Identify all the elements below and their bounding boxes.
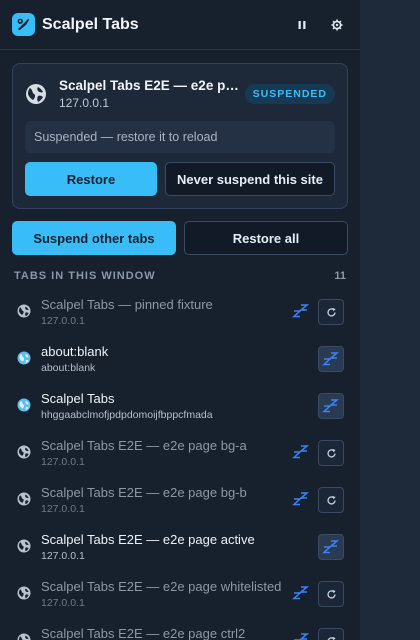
reload-icon [326,307,336,316]
reload-icon [327,636,336,640]
suspend-tab-button[interactable] [318,346,344,372]
tab-row[interactable]: about:blank about:blank [0,335,360,382]
sleep-icon [292,303,310,319]
tab-url: 127.0.0.1 [41,315,85,327]
globe-icon [17,633,31,640]
gear-icon[interactable] [326,14,348,36]
reload-icon [326,589,336,598]
tab-list: Scalpel Tabs — pinned fixture 127.0.0.1 ab… [0,288,360,640]
globe-icon [26,84,46,104]
world-icon [17,351,31,365]
reload-icon [326,448,336,457]
suspend-other-tabs-button[interactable]: Suspend other tabs [12,221,176,255]
suspend-tab-button[interactable] [318,534,344,560]
restore-button[interactable]: Restore [25,162,157,196]
sleep-icon [292,632,310,640]
tab-title: about:blank [41,344,109,359]
never-suspend-button[interactable]: Never suspend this site [165,162,335,196]
section-heading: TABS IN THIS WINDOW [14,270,156,282]
globe-icon [17,539,31,553]
tab-row[interactable]: Scalpel Tabs E2E — e2e page ctrl2127.0.0… [0,617,360,640]
restore-all-button[interactable]: Restore all [184,221,348,255]
header: Scalpel Tabs [0,0,360,50]
sleep-icon [322,399,340,413]
current-tab-card: Scalpel Tabs E2E — e2e page active 127.0… [12,63,348,209]
tab-row[interactable]: Scalpel Tabs hhggaabclmofjpdpdomoijfbppcf… [0,382,360,429]
sleep-icon [322,540,340,554]
restore-tab-button[interactable] [318,299,344,325]
status-badge: SUSPENDED [244,84,335,104]
restore-tab-button[interactable] [318,628,344,640]
tab-row[interactable]: Scalpel Tabs E2E — e2e page whitelisted 1… [0,570,360,617]
tab-title: Scalpel Tabs [41,391,115,406]
world-icon [17,398,31,412]
tab-title: Scalpel Tabs E2E — e2e page active [41,532,255,547]
popup-panel: Scalpel Tabs Scalpel Tabs E2E — e2e pag … [0,0,360,640]
globe-icon [17,586,31,600]
pause-icon[interactable] [291,14,313,36]
tab-row[interactable]: Scalpel Tabs E2E — e2e page bg-b 127.0.0.… [0,476,360,523]
scalpel-logo-icon [12,13,35,36]
tab-row[interactable]: Scalpel Tabs E2E — e2e page active 127.0.… [0,523,360,570]
tab-title: Scalpel Tabs E2E — e2e page bg-b [41,485,247,500]
tab-url: 127.0.0.1 [41,597,85,609]
current-tab-title: Scalpel Tabs E2E — e2e page active [59,78,245,93]
tabs-section-header: TABS IN THIS WINDOW 11 [14,270,346,282]
reload-icon [326,495,336,504]
sleep-icon [292,585,310,601]
suspend-tab-button[interactable] [318,393,344,419]
tab-url: 127.0.0.1 [41,503,85,515]
app-title: Scalpel Tabs [42,15,139,33]
globe-icon [17,492,31,506]
tab-row[interactable]: Scalpel Tabs — pinned fixture 127.0.0.1 [0,288,360,335]
tab-title: Scalpel Tabs E2E — e2e page whitelisted [41,579,282,594]
sleep-icon [292,444,310,460]
restore-tab-button[interactable] [318,440,344,466]
tab-count: 11 [334,270,346,282]
tab-title: Scalpel Tabs — pinned fixture [41,297,213,312]
tab-url: 127.0.0.1 [41,456,85,468]
suspended-notice: Suspended — restore it to reload [25,121,335,153]
restore-tab-button[interactable] [318,487,344,513]
current-tab-host: 127.0.0.1 [59,96,110,110]
sleep-icon [322,352,340,366]
globe-icon [17,445,31,459]
tab-row[interactable]: Scalpel Tabs E2E — e2e page bg-a 127.0.0.… [0,429,360,476]
restore-tab-button[interactable] [318,581,344,607]
tab-title: Scalpel Tabs E2E — e2e page bg-a [41,438,247,453]
tab-title: Scalpel Tabs E2E — e2e page ctrl2 [41,626,246,640]
globe-icon [17,304,31,318]
tab-url: 127.0.0.1 [41,550,85,562]
tab-url: about:blank [41,362,96,374]
tab-url: hhggaabclmofjpdpdomoijfbppcfmada [41,409,213,421]
sleep-icon [292,491,310,507]
